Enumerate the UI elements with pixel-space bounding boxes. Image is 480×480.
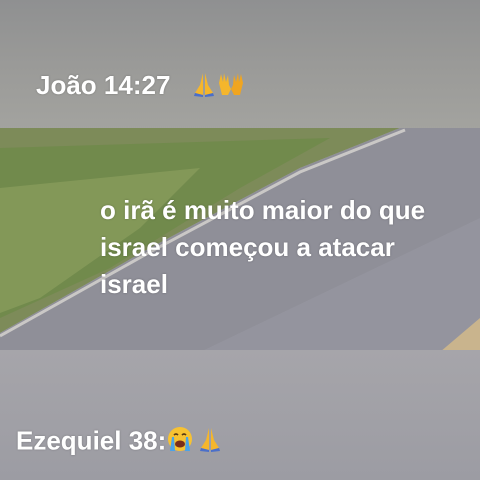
main-caption: o irã é muito maior do que israel começo… [100, 192, 440, 303]
main-caption-line-3: israel [100, 269, 168, 299]
top-verse-reference: João 14:27 [36, 70, 171, 100]
crying-face-icon [166, 425, 194, 460]
top-caption: João 14:27 [36, 70, 246, 104]
raising-hands-icon [216, 71, 246, 104]
bottom-caption-band [0, 350, 480, 480]
bottom-caption: Ezequiel 38: [16, 425, 222, 460]
praying-hands-icon [192, 71, 216, 104]
top-caption-band [0, 0, 480, 130]
praying-hands-icon [198, 426, 222, 459]
main-caption-line-1: o irã é muito maior do que [100, 195, 426, 225]
main-caption-line-2: israel começou a atacar [100, 232, 395, 262]
bottom-verse-reference: Ezequiel 38: [16, 425, 167, 456]
